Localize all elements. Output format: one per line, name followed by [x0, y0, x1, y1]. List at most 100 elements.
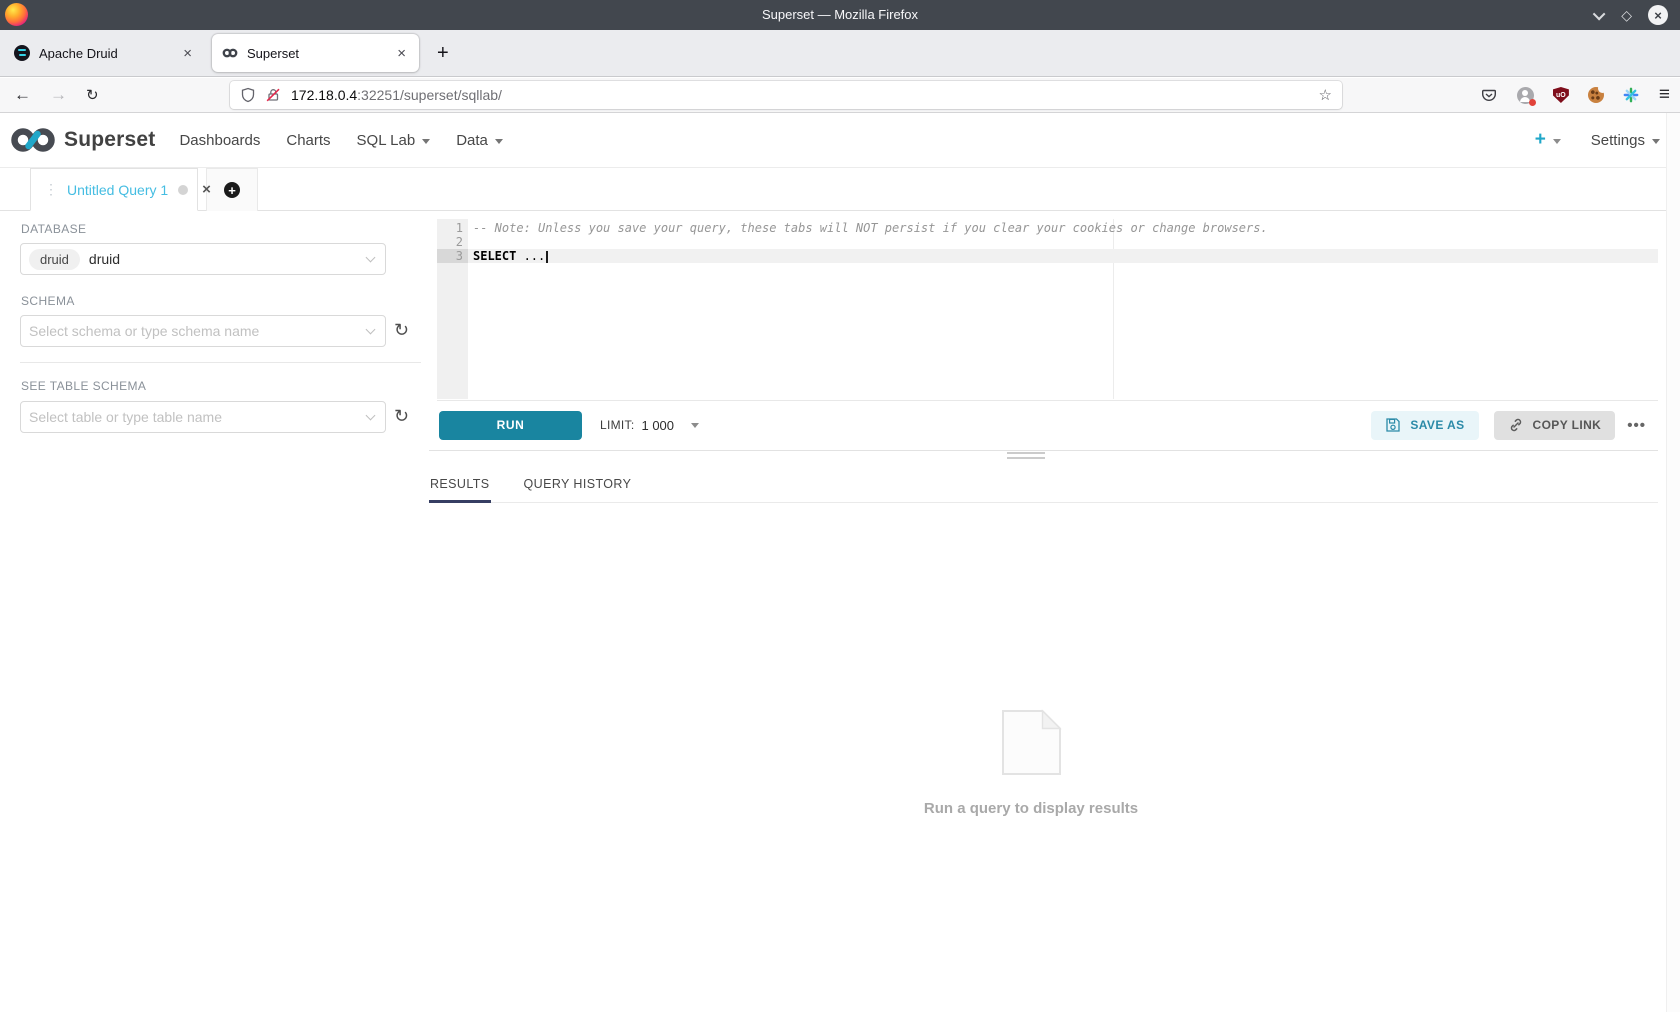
database-value: druid [89, 251, 120, 267]
link-icon [1508, 417, 1524, 433]
browser-toolbar: ← → ↻ 172.18.0.4:32251/superset/sqllab/ … [0, 78, 1680, 113]
query-state-dot [178, 185, 188, 195]
bookmark-star-icon[interactable]: ☆ [1319, 86, 1332, 104]
close-tab-icon[interactable]: × [394, 45, 409, 62]
shield-icon[interactable] [240, 87, 256, 103]
tab-label: Superset [247, 46, 299, 61]
chevron-down-icon [495, 139, 503, 144]
forward-button: → [50, 78, 67, 112]
nav-right: + Settings [1535, 129, 1660, 151]
schema-placeholder: Select schema or type schema name [29, 323, 259, 339]
add-new-button[interactable]: + [1535, 129, 1561, 151]
query-tab-active[interactable]: ⋮ Untitled Query 1 × [30, 168, 198, 211]
database-tag: druid [29, 249, 80, 270]
asterisk-extension-icon[interactable] [1623, 87, 1640, 104]
sidebar-divider [20, 362, 421, 363]
chevron-down-icon [1652, 139, 1660, 144]
brand-name: Superset [64, 128, 155, 152]
pocket-icon[interactable] [1481, 87, 1498, 104]
more-actions-icon[interactable]: ••• [1627, 417, 1646, 434]
results-tabs: RESULTS QUERY HISTORY [429, 468, 1658, 503]
ublock-icon[interactable]: uO [1553, 87, 1569, 103]
chevron-down-icon [1553, 139, 1561, 144]
query-tab-title[interactable]: Untitled Query 1 [67, 182, 168, 198]
druid-favicon [14, 45, 30, 61]
chevron-down-icon [691, 423, 699, 428]
database-select[interactable]: druid druid [20, 243, 386, 275]
sql-toolbar: RUN LIMIT: 1 000 SAVE AS CO [437, 401, 1658, 449]
save-icon [1385, 417, 1401, 433]
nav-item-sql-lab[interactable]: SQL Lab [357, 132, 431, 149]
copy-link-button[interactable]: COPY LINK [1494, 411, 1616, 440]
line-number-active: 3 [437, 249, 468, 263]
extension-icons: uO ≡ [1481, 78, 1670, 112]
query-tabs-row: ⋮ Untitled Query 1 × + [0, 168, 1680, 211]
window-controls: ◇ × [1596, 0, 1668, 30]
schema-select[interactable]: Select schema or type schema name [20, 315, 386, 347]
editor-gutter: 1 2 3 [437, 219, 468, 399]
account-icon[interactable] [1517, 87, 1534, 104]
browser-tab-superset[interactable]: Superset × [212, 34, 419, 72]
superset-navbar: Superset Dashboards Charts SQL Lab Data … [0, 113, 1680, 168]
url-domain: 172.18.0.4 [291, 87, 357, 103]
chevron-down-icon [366, 411, 376, 421]
hamburger-menu-icon[interactable]: ≡ [1659, 84, 1670, 106]
limit-value: 1 000 [641, 418, 674, 433]
close-query-tab-icon[interactable]: × [202, 181, 211, 198]
maximize-icon[interactable]: ◇ [1621, 8, 1632, 22]
window-title: Superset — Mozilla Firefox [762, 0, 918, 30]
code-line-blank [468, 235, 1658, 249]
pane-divider [429, 450, 1658, 451]
database-label: DATABASE [21, 222, 86, 236]
nav-item-dashboards[interactable]: Dashboards [179, 132, 260, 149]
close-window-icon[interactable]: × [1648, 5, 1668, 25]
run-button[interactable]: RUN [439, 411, 582, 440]
sql-rest: ... [516, 249, 545, 263]
sql-editor[interactable]: 1 2 3 -- Note: Unless you save your quer… [437, 219, 1658, 400]
badge-icon [1529, 99, 1536, 106]
url-bar[interactable]: 172.18.0.4:32251/superset/sqllab/ ☆ [230, 81, 1342, 109]
minimize-icon[interactable] [1593, 7, 1606, 20]
refresh-schema-icon[interactable]: ↻ [394, 321, 409, 339]
url-text[interactable]: 172.18.0.4:32251/superset/sqllab/ [291, 87, 502, 103]
screen: Superset — Mozilla Firefox ◇ × Apache Dr… [0, 0, 1680, 1012]
new-tab-button[interactable]: + [431, 41, 455, 65]
firefox-logo-icon [5, 3, 28, 26]
window-titlebar: Superset — Mozilla Firefox ◇ × [0, 0, 1680, 30]
tab-label: Apache Druid [39, 46, 118, 61]
resize-handle[interactable] [1007, 452, 1045, 462]
scrollbar-track[interactable] [1666, 113, 1680, 1012]
add-query-tab[interactable]: + [206, 168, 258, 211]
code-line-active: SELECT ... [468, 249, 1658, 263]
back-button[interactable]: ← [14, 78, 31, 112]
cookie-icon[interactable] [1588, 87, 1604, 103]
close-tab-icon[interactable]: × [180, 45, 195, 62]
schema-label: SCHEMA [21, 294, 75, 308]
superset-brand[interactable]: Superset [10, 125, 155, 155]
save-as-button[interactable]: SAVE AS [1371, 411, 1478, 440]
empty-state-document-icon [1000, 708, 1063, 777]
tab-results[interactable]: RESULTS [429, 468, 491, 503]
reload-button[interactable]: ↻ [86, 78, 99, 112]
limit-dropdown[interactable]: LIMIT: 1 000 [600, 418, 699, 433]
table-select[interactable]: Select table or type table name [20, 401, 386, 433]
drag-handle-icon[interactable]: ⋮ [44, 181, 58, 198]
text-cursor [546, 251, 548, 263]
nav-item-charts[interactable]: Charts [286, 132, 330, 149]
plus-circle-icon: + [224, 182, 240, 198]
superset-favicon [222, 45, 238, 61]
nav-item-data[interactable]: Data [456, 132, 503, 149]
line-number: 1 [437, 221, 468, 235]
browser-tabbar: Apache Druid × Superset × + [0, 30, 1680, 77]
toolbar-right: SAVE AS COPY LINK ••• [1371, 411, 1658, 440]
settings-menu[interactable]: Settings [1591, 132, 1660, 149]
browser-tab-apache-druid[interactable]: Apache Druid × [4, 34, 205, 72]
nav-items: Dashboards Charts SQL Lab Data [179, 132, 502, 149]
insecure-lock-icon[interactable] [265, 87, 281, 103]
editor-code[interactable]: -- Note: Unless you save your query, the… [468, 219, 1658, 263]
code-line-comment: -- Note: Unless you save your query, the… [468, 221, 1658, 235]
refresh-table-icon[interactable]: ↻ [394, 407, 409, 425]
tab-query-history[interactable]: QUERY HISTORY [523, 468, 633, 503]
superset-logo-icon [10, 125, 56, 155]
table-schema-label: SEE TABLE SCHEMA [21, 379, 146, 393]
